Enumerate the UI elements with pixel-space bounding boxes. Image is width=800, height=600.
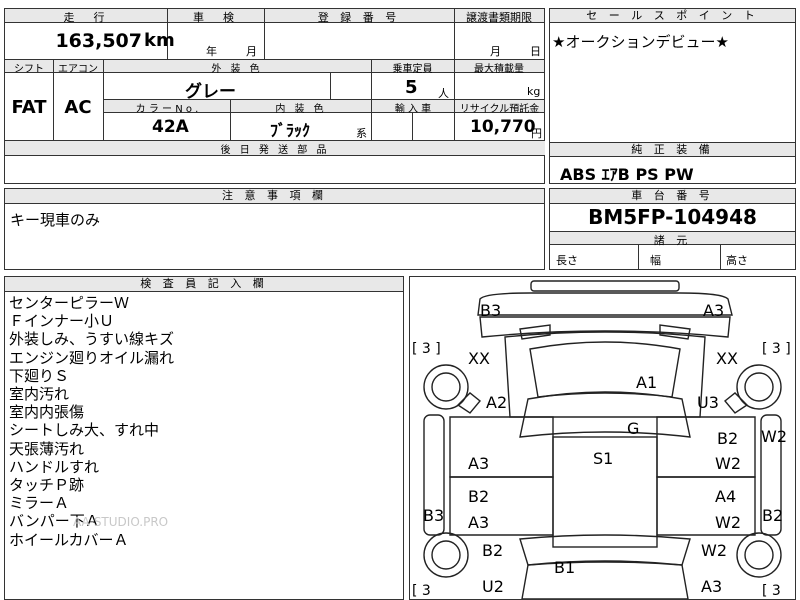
mark-xx-right: XX: [716, 349, 738, 368]
interior-value: ﾌﾞﾗｯｸ: [270, 121, 311, 140]
chassis-header: 車 台 番 号: [550, 189, 795, 204]
maxload-header: 最大積載量: [454, 60, 544, 75]
chassis-number: BM5FP-104948: [588, 205, 757, 229]
note-line: タッチＰ跡: [9, 476, 85, 495]
color-no-header: カ ラ ー N o .: [104, 100, 230, 115]
mark-b1-trunk: B1: [554, 558, 576, 577]
note-line: 室内内張傷: [9, 403, 85, 422]
import-header: 輸 入 車: [372, 100, 454, 115]
note-line: センターピラーＷ: [9, 294, 130, 312]
sales-point-header: セ ー ル ス ポ イ ン ト: [550, 9, 795, 23]
mark-a3-rear-left-door: A3: [468, 513, 490, 532]
transfer-header: 譲渡書類期限: [454, 9, 544, 24]
note-line: 外装しみ、うすい線キズ: [9, 330, 175, 349]
note-line: ホイールカバーＡ: [9, 530, 129, 549]
equipment-header: 純 正 装 備: [550, 143, 795, 157]
recycle-header: リサイクル預託金: [455, 100, 544, 115]
mark-u3: U3: [697, 393, 719, 412]
mileage-unit: km: [144, 30, 175, 51]
equipment-value: ABS ｴｱB PS PW: [560, 165, 694, 184]
caution-header: 注 意 事 項 欄: [5, 189, 544, 204]
note-line: シートしみ大、すれ中: [9, 421, 160, 440]
mileage-value: 163,507: [55, 30, 142, 52]
note-line: 天張薄汚れ: [9, 439, 85, 458]
mark-a1: A1: [636, 373, 658, 392]
mark-b2-rear-left: B2: [482, 541, 504, 560]
shift-value: FAT: [11, 97, 47, 118]
note-line: 室内汚れ: [9, 385, 70, 404]
inspection-month: 月: [246, 45, 257, 58]
equipment-box: 純 正 装 備 ABS ｴｱB PS PW: [549, 142, 796, 184]
note-line: ミラーＡ: [9, 494, 70, 513]
delivery-parts-header: 後 日 発 送 部 品: [5, 141, 545, 156]
tire-tread-left-rear: [ 3: [412, 583, 431, 599]
mark-w2-rear-right: W2: [701, 541, 727, 560]
mark-b2-rear-left-door: B2: [468, 487, 490, 506]
watermark: AA-STUDIO.PRO: [73, 515, 169, 529]
recycle-value: 10,770: [470, 117, 536, 137]
capacity-value: 5: [405, 77, 418, 98]
mark-b3-left-sill: B3: [423, 506, 445, 525]
maxload-unit: kg: [527, 85, 541, 98]
note-line: 下廻りＳ: [9, 366, 70, 385]
mark-b3-front-left: B3: [480, 301, 502, 320]
mark-s1-roof: S1: [593, 449, 614, 468]
inspector-header: 検 査 員 記 入 欄: [5, 277, 403, 292]
shift-header: シフト: [5, 60, 53, 75]
note-line: エンジン廻りオイル漏れ: [9, 348, 175, 367]
mark-u2-rear-left: U2: [482, 577, 504, 596]
capacity-header: 乗車定員: [371, 60, 454, 75]
chassis-box: 車 台 番 号 BM5FP-104948 諸 元 長さ 幅 高さ: [549, 188, 796, 270]
dims-height: 高さ: [726, 254, 748, 267]
mark-a2: A2: [486, 393, 508, 412]
note-line: ハンドルすれ: [9, 457, 100, 476]
tire-tread-right: [ 3 ]: [762, 341, 791, 357]
inspection-header: 車 検: [167, 9, 264, 24]
interior-header: 内 装 色: [231, 100, 371, 115]
dims-width: 幅: [650, 254, 661, 267]
mark-xx-left: XX: [468, 349, 490, 368]
aircon-value: AC: [64, 97, 92, 118]
registration-header: 登 録 番 号: [264, 9, 454, 24]
inspector-box: 検 査 員 記 入 欄 センターピラーＷ Ｆインナー小Ｕ 外装しみ、うすい線キズ…: [4, 276, 404, 600]
caution-box: 注 意 事 項 欄 キー現車のみ: [4, 188, 545, 270]
aircon-header: エアコン: [53, 60, 103, 75]
mark-a4-rear-right-door: A4: [715, 487, 737, 506]
mark-a3-front-right: A3: [703, 301, 725, 320]
mark-b2-right-sill: B2: [762, 506, 784, 525]
inspector-notes: センターピラーＷ Ｆインナー小Ｕ 外装しみ、うすい線キズ エンジン廻りオイル漏れ…: [9, 294, 174, 549]
mark-a3-front-left-door: A3: [468, 454, 490, 473]
mark-g: G: [627, 419, 640, 438]
transfer-day: 日: [530, 45, 541, 58]
exterior-header: 外 装 色: [103, 60, 371, 75]
caution-value: キー現車のみ: [10, 211, 101, 229]
car-diagram-box: [ 3 ] [ 3 ] [ 3 [ 3 B3 A3 XX XX A1 A2 U3…: [409, 276, 796, 600]
transfer-month: 月: [490, 45, 501, 58]
note-line: Ｆインナー小Ｕ: [9, 312, 115, 331]
mark-w2-right-sill: W2: [761, 427, 787, 446]
mark-w2-front-right-door: W2: [715, 454, 741, 473]
dims-length: 長さ: [556, 254, 578, 267]
color-no-value: 42A: [152, 117, 189, 137]
mark-a3-rear-right: A3: [701, 577, 723, 596]
mark-b2-front-right-door: B2: [717, 429, 739, 448]
recycle-unit: 円: [531, 127, 542, 140]
mark-w2-rear-right-door: W2: [715, 513, 741, 532]
sales-point-box: セ ー ル ス ポ イ ン ト ★オークションデビュー★: [549, 8, 796, 156]
dims-header: 諸 元: [550, 231, 795, 247]
inspection-year: 年: [206, 45, 217, 58]
delivery-parts-box: [4, 155, 545, 184]
interior-unit: 系: [356, 127, 367, 140]
tire-tread-left: [ 3 ]: [412, 341, 441, 357]
mileage-header: 走 行: [5, 9, 167, 24]
tire-tread-right-rear: [ 3: [762, 583, 781, 599]
sales-point-value: ★オークションデビュー★: [552, 33, 729, 51]
